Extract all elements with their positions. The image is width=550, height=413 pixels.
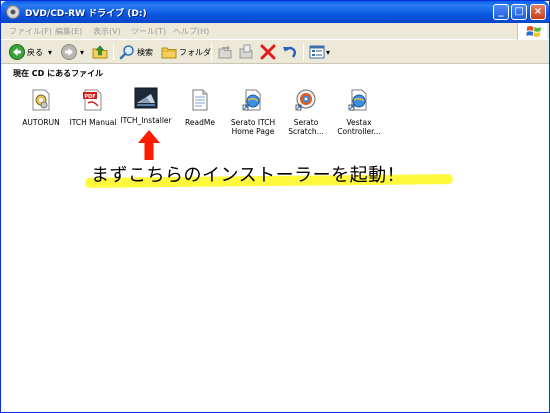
file-serato-itch-home-page[interactable]: Serato ITCH Home Page bbox=[223, 88, 283, 136]
annotation-text: まずこちらのインストーラーを起動！ bbox=[91, 165, 406, 186]
forward-button[interactable]: ▾ bbox=[61, 44, 84, 60]
toolbar-separator bbox=[211, 44, 212, 60]
up-button[interactable] bbox=[92, 44, 108, 60]
disc-shortcut-icon bbox=[295, 89, 316, 111]
back-label: 戻る bbox=[27, 47, 43, 57]
file-readme[interactable]: ReadMe bbox=[170, 88, 230, 127]
forward-arrow-icon bbox=[61, 44, 77, 60]
pdf-icon: PDF bbox=[83, 89, 102, 111]
file-label: Serato ITCH Home Page bbox=[230, 118, 276, 136]
back-arrow-icon bbox=[9, 44, 25, 60]
autorun-settings-icon bbox=[32, 89, 50, 111]
file-itch-installer[interactable]: ITCH_Installer bbox=[116, 86, 176, 125]
menu-tools[interactable]: ツール(T) bbox=[131, 26, 166, 37]
forward-dropdown-icon[interactable]: ▾ bbox=[80, 48, 84, 57]
menu-help[interactable]: ヘルプ(H) bbox=[173, 26, 209, 37]
close-button[interactable]: × bbox=[530, 4, 546, 20]
toolbar-separator bbox=[303, 44, 304, 60]
copy-to-icon bbox=[239, 44, 253, 59]
explorer-window: DVD/CD-RW ドライブ (D:) _ □ × ファイル(F) 編集(E) … bbox=[0, 0, 550, 413]
file-itch-manual[interactable]: PDF ITCH Manual bbox=[63, 88, 123, 127]
menu-file[interactable]: ファイル(F) bbox=[9, 26, 52, 37]
delete-button[interactable] bbox=[260, 44, 276, 60]
text-document-icon bbox=[192, 89, 208, 111]
file-label: ITCH Manual bbox=[69, 118, 117, 127]
windows-logo-icon bbox=[517, 23, 547, 40]
red-arrow-icon bbox=[138, 130, 160, 160]
menu-edit[interactable]: 編集(E) bbox=[55, 26, 82, 37]
title-bar[interactable]: DVD/CD-RW ドライブ (D:) _ □ × bbox=[1, 1, 549, 23]
file-label: ReadMe bbox=[185, 118, 215, 127]
toolbar-separator bbox=[113, 44, 114, 60]
back-button[interactable]: 戻る ▾ bbox=[9, 44, 52, 60]
undo-button[interactable] bbox=[282, 44, 298, 60]
window-title: DVD/CD-RW ドライブ (D:) bbox=[25, 9, 147, 19]
web-shortcut-icon bbox=[348, 89, 367, 111]
move-to-icon bbox=[218, 45, 232, 59]
toolbar: 戻る ▾ ▾ 検索 フォルダ ▾ bbox=[1, 40, 549, 64]
undo-icon bbox=[283, 46, 296, 58]
folders-button[interactable]: フォルダ bbox=[161, 44, 211, 60]
folders-icon bbox=[161, 47, 177, 59]
cd-files-heading: 現在 CD にあるファイル bbox=[13, 69, 104, 78]
annotation-caption: まずこちらのインストーラーを起動！ bbox=[79, 159, 479, 188]
file-serato-scratch[interactable]: Serato Scratch... bbox=[276, 88, 336, 136]
file-label: Serato Scratch... bbox=[288, 118, 324, 136]
maximize-button[interactable]: □ bbox=[511, 4, 527, 20]
svg-text:PDF: PDF bbox=[84, 94, 95, 100]
menu-view[interactable]: 表示(V) bbox=[93, 26, 121, 37]
menu-bar: ファイル(F) 編集(E) 表示(V) ツール(T) ヘルプ(H) bbox=[1, 23, 549, 40]
delete-icon bbox=[260, 44, 276, 60]
installer-icon bbox=[134, 87, 158, 109]
move-to-button[interactable] bbox=[217, 44, 233, 60]
up-folder-icon bbox=[92, 45, 108, 59]
search-icon bbox=[119, 45, 134, 60]
views-dropdown-icon[interactable]: ▾ bbox=[326, 48, 330, 57]
search-button[interactable]: 検索 bbox=[119, 44, 153, 60]
views-icon bbox=[309, 45, 325, 59]
file-vestax-controller[interactable]: Vestax Controller... bbox=[329, 88, 389, 136]
back-dropdown-icon[interactable]: ▾ bbox=[48, 48, 52, 57]
minimize-button[interactable]: _ bbox=[493, 4, 509, 20]
views-button[interactable]: ▾ bbox=[309, 44, 330, 60]
copy-to-button[interactable] bbox=[238, 44, 254, 60]
file-label: Vestax Controller... bbox=[337, 118, 381, 136]
search-label: 検索 bbox=[137, 47, 153, 57]
file-autorun[interactable]: AUTORUN bbox=[11, 88, 71, 127]
path-bar: 現在 CD にあるファイル bbox=[1, 65, 549, 81]
cd-drive-icon bbox=[6, 5, 20, 19]
web-shortcut-icon bbox=[242, 89, 261, 111]
folders-label: フォルダ bbox=[179, 47, 211, 57]
file-label: ITCH_Installer bbox=[120, 116, 172, 125]
file-label: AUTORUN bbox=[22, 118, 60, 127]
